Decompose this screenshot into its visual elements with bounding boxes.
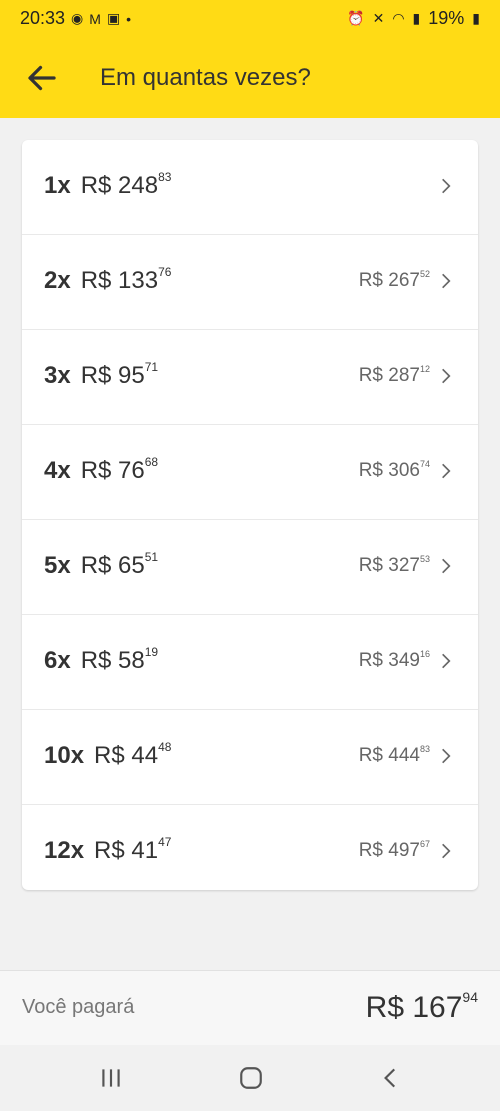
installment-value: R$ 44 [94,742,159,769]
status-time: 20:33 [20,8,66,28]
chevron-right-icon [442,178,451,194]
app-bar: Em quantas vezes? [0,42,500,118]
installment-total: R$ 26752 [358,269,430,291]
payment-label: Você pagará [22,996,135,1018]
chevron-right-icon [442,273,451,289]
installment-count: 10x [44,742,85,769]
installment-value: R$ 95 [80,362,145,389]
gallery-icon: ▣ [106,10,121,26]
signal-icon: ▮ [412,10,421,26]
system-navigation-bar [0,1045,500,1111]
installment-value: R$ 248 [80,172,159,199]
payment-summary: Você pagará R$ 16794 [0,970,500,1046]
notification-dot-icon: • [126,10,132,27]
installment-cents: 76 [158,265,172,279]
installment-total: R$ 30674 [358,459,430,481]
installment-cents: 68 [144,455,159,469]
battery-percentage: 19% [428,8,465,28]
status-bar: 20:33 ◉ M ▣ • ⏰ ✕ ◠ ▮ 19% ▮ [0,0,500,42]
installment-total: R$ 44483 [358,744,430,766]
chevron-right-icon [442,653,451,669]
payment-amount: R$ 16794 [365,989,478,1024]
installment-option-10x[interactable]: 10x R$ 4448 R$ 44483 [22,710,478,805]
installment-total: R$ 28712 [358,364,430,386]
alarm-icon: ⏰ [347,10,365,26]
installment-value: R$ 58 [80,647,145,674]
installment-cents: 71 [144,360,159,374]
installment-value: R$ 133 [80,267,159,294]
installment-cents: 48 [158,740,172,754]
installment-option-6x[interactable]: 6x R$ 5819 R$ 34916 [22,615,478,710]
chevron-right-icon [442,368,451,384]
installment-options-list: 1x R$ 24883 2x R$ 13376 R$ 26752 3x R$ 9571… [22,140,478,890]
chevron-right-icon [442,558,451,574]
installment-count: 2x [44,267,71,294]
chevron-right-icon [442,843,451,859]
installment-count: 12x [44,837,85,864]
battery-icon: ▮ [472,10,480,26]
installment-value: R$ 41 [94,837,159,864]
mute-icon: ✕ [372,10,385,26]
back-nav-icon[interactable] [378,1065,404,1091]
wifi-icon: ◠ [392,10,405,26]
installment-count: 6x [44,647,71,674]
chevron-right-icon [442,748,451,764]
home-icon[interactable] [238,1065,264,1091]
installment-option-3x[interactable]: 3x R$ 9571 R$ 28712 [22,330,478,425]
recent-apps-icon[interactable] [98,1065,124,1091]
installment-option-4x[interactable]: 4x R$ 7668 R$ 30674 [22,425,478,520]
installment-count: 5x [44,552,71,579]
installment-option-5x[interactable]: 5x R$ 6551 R$ 32753 [22,520,478,615]
installment-cents: 51 [144,550,159,564]
installment-cents: 19 [144,645,159,659]
installment-count: 1x [44,172,71,199]
page-title: Em quantas vezes? [100,64,311,91]
chevron-right-icon [442,463,451,479]
whatsapp-icon: ◉ [71,10,84,26]
installment-total: R$ 34916 [358,649,430,671]
back-arrow-icon[interactable] [24,60,60,96]
installment-option-2x[interactable]: 2x R$ 13376 R$ 26752 [22,235,478,330]
installment-total: R$ 32753 [358,554,430,576]
installment-cents: 47 [158,835,172,849]
gmail-icon: M [89,10,101,27]
installment-count: 3x [44,362,71,389]
installment-value: R$ 65 [80,552,145,579]
installment-total: R$ 49767 [358,839,430,861]
installment-option-12x[interactable]: 12x R$ 4147 R$ 49767 [22,805,478,890]
installment-cents: 83 [158,170,172,184]
installment-option-1x[interactable]: 1x R$ 24883 [22,140,478,235]
installment-value: R$ 76 [80,457,145,484]
installment-count: 4x [44,457,71,484]
